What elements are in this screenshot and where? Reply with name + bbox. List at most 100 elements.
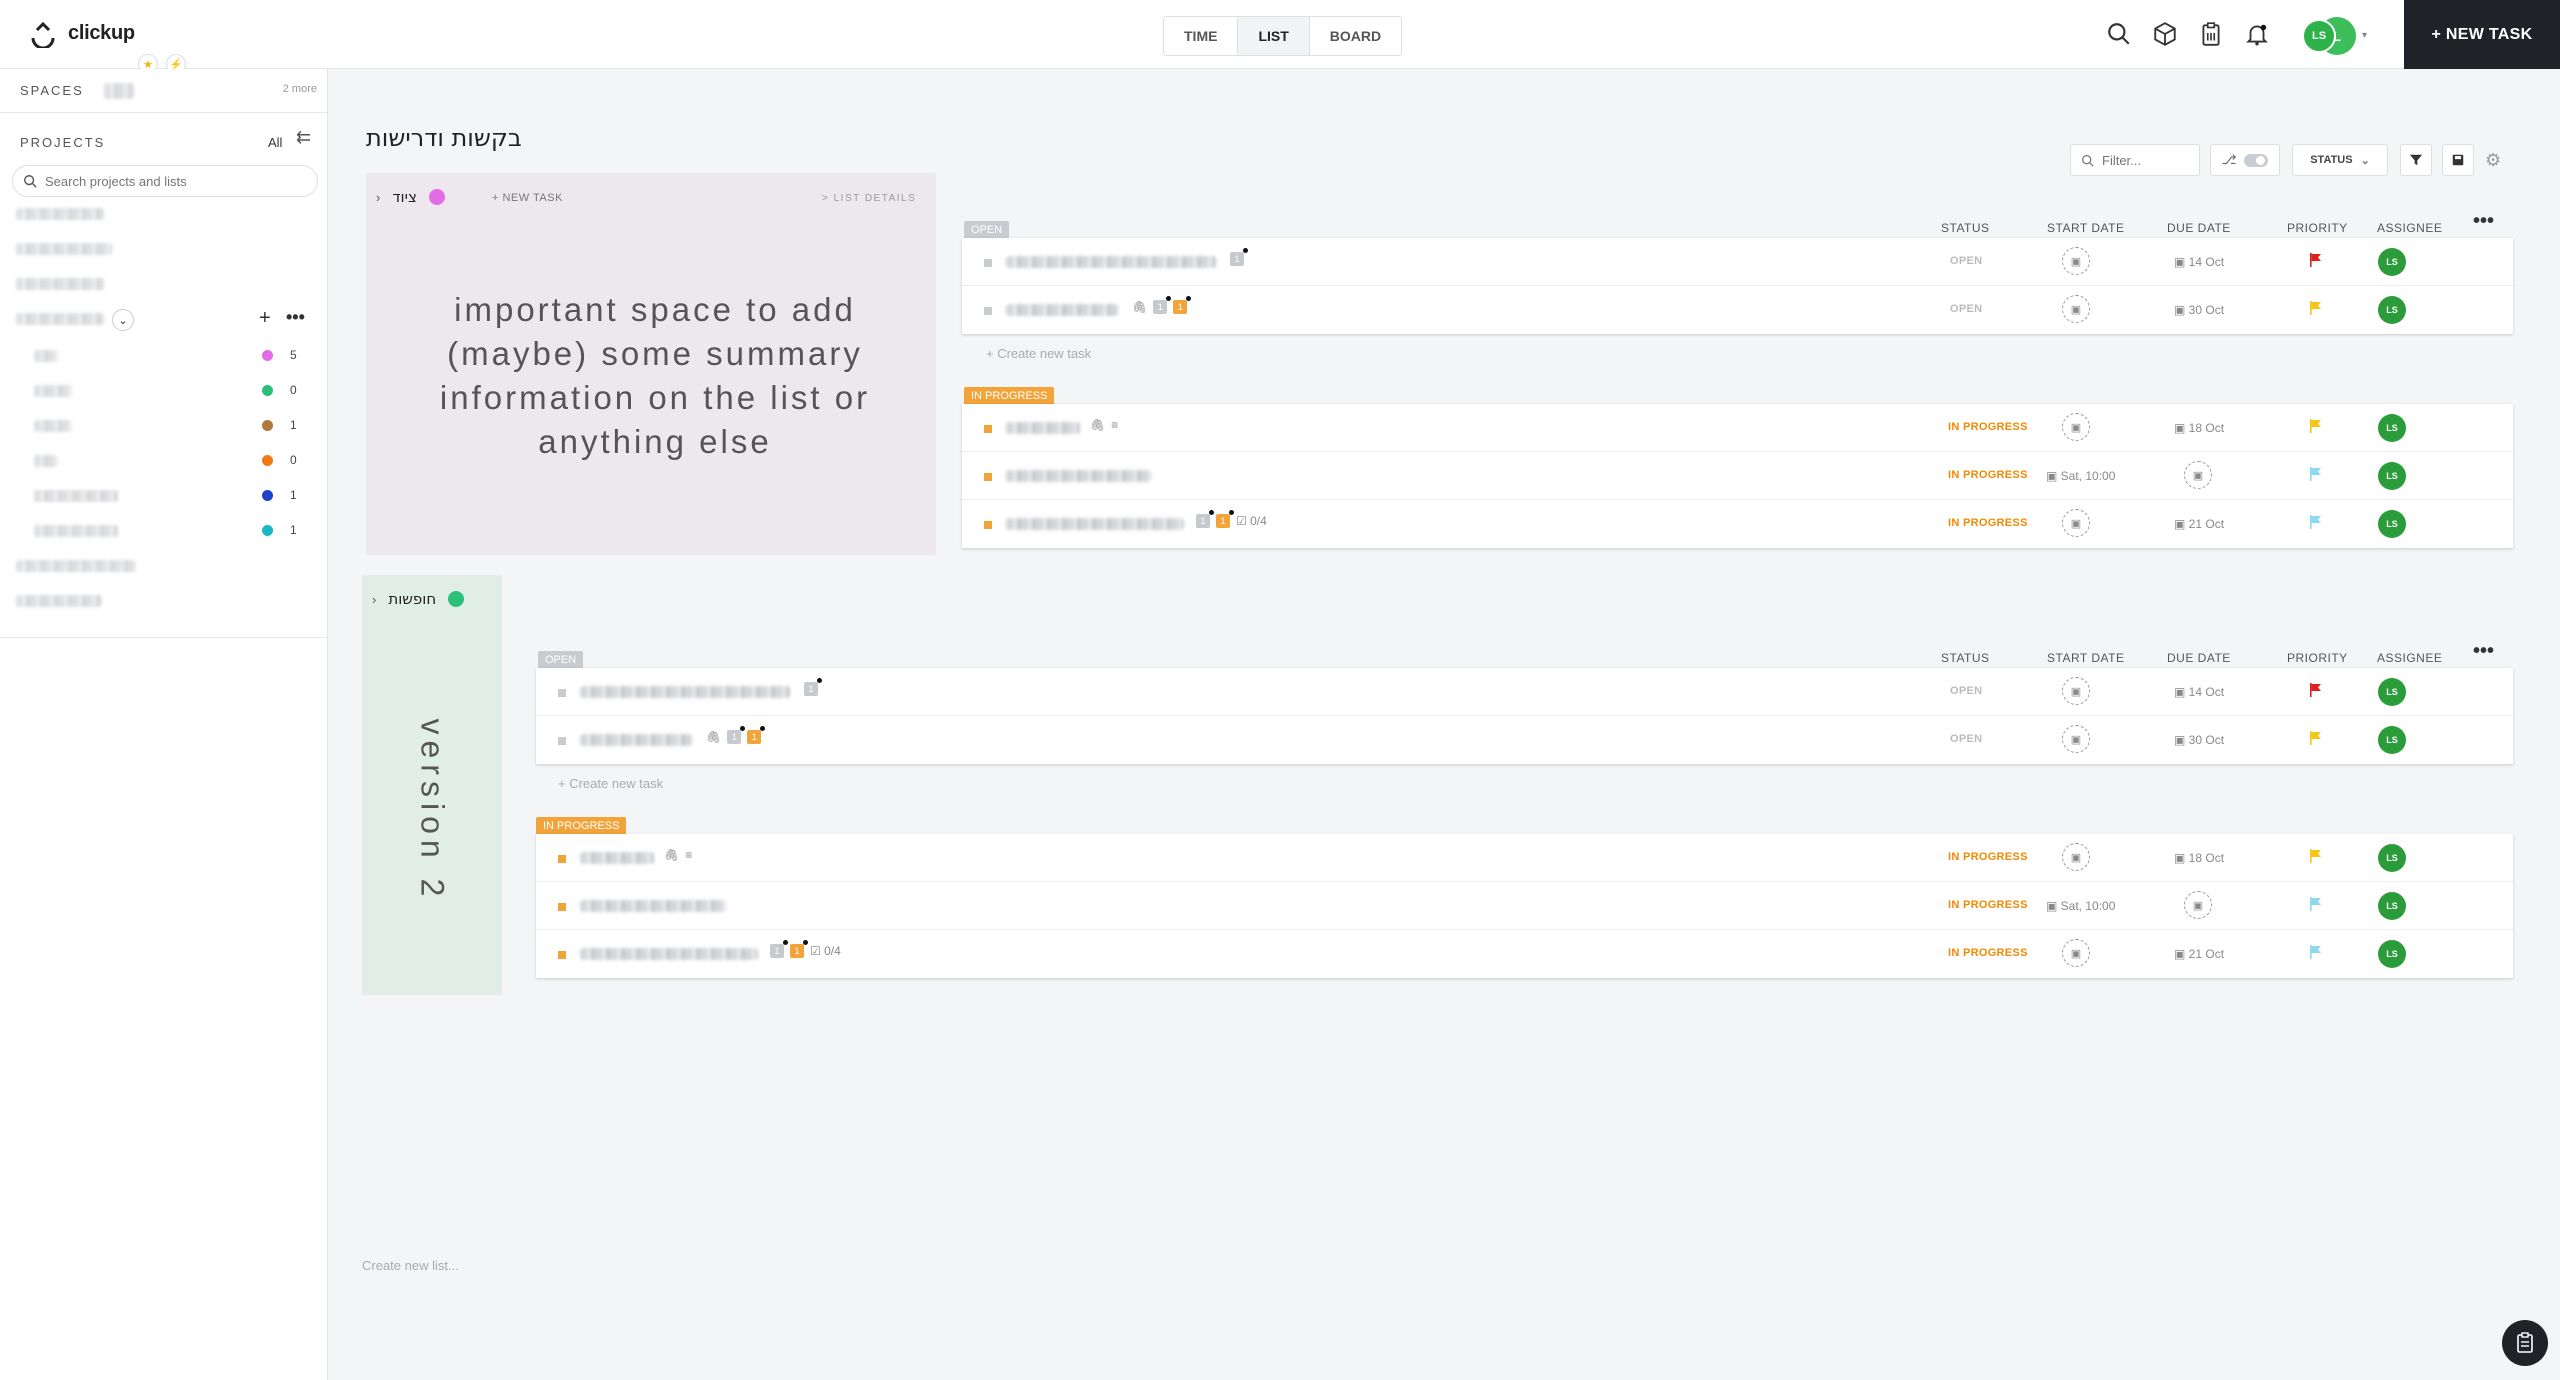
task-name[interactable] bbox=[580, 900, 726, 912]
chevron-right-icon[interactable]: › bbox=[376, 190, 380, 205]
new-task-button[interactable]: + NEW TASK bbox=[2404, 0, 2560, 69]
status-group-label-in-progress[interactable]: IN PROGRESS bbox=[536, 817, 627, 835]
status-group-label-open[interactable]: OPEN bbox=[538, 651, 584, 669]
sidebar-search-input[interactable] bbox=[45, 173, 295, 189]
table-row[interactable]: 🖇 ≡ IN PROGRESS ▣ ▣ 18 Oct LS bbox=[962, 404, 2513, 452]
task-status[interactable]: IN PROGRESS bbox=[1948, 851, 2028, 863]
task-status[interactable]: IN PROGRESS bbox=[1948, 899, 2028, 911]
task-status[interactable]: IN PROGRESS bbox=[1948, 469, 2028, 481]
priority-flag-icon[interactable] bbox=[2310, 515, 2322, 529]
task-start-date[interactable]: ▣ Sat, 10:00 bbox=[2046, 899, 2115, 913]
col-status[interactable]: STATUS bbox=[1941, 221, 1990, 235]
project-item-expanded[interactable] bbox=[16, 313, 104, 325]
assignee-avatar[interactable]: LS bbox=[2378, 510, 2406, 538]
priority-flag-icon[interactable] bbox=[2310, 849, 2322, 863]
status-square[interactable] bbox=[558, 737, 566, 745]
priority-flag-icon[interactable] bbox=[2310, 945, 2322, 959]
sidebar-list-item[interactable]: 5 bbox=[0, 346, 328, 366]
user-avatar[interactable]: LS bbox=[2302, 19, 2336, 53]
toggle-switch[interactable] bbox=[2244, 153, 2269, 167]
assignee-avatar[interactable]: LS bbox=[2378, 462, 2406, 490]
project-item[interactable] bbox=[16, 560, 136, 572]
due-date-icon[interactable]: ▣ bbox=[2184, 461, 2212, 489]
start-date-icon[interactable]: ▣ bbox=[2062, 843, 2090, 871]
subtask-count-icon[interactable]: 1 bbox=[770, 940, 788, 958]
col-start-date[interactable]: START DATE bbox=[2047, 221, 2124, 235]
task-name[interactable] bbox=[1006, 518, 1184, 530]
description-icon[interactable]: ≡ bbox=[685, 848, 692, 862]
start-date-icon[interactable]: ▣ bbox=[2062, 677, 2090, 705]
table-row[interactable]: 🖇 1 1 OPEN ▣ ▣ 30 Oct LS bbox=[536, 716, 2513, 764]
start-date-icon[interactable]: ▣ bbox=[2062, 725, 2090, 753]
priority-flag-icon[interactable] bbox=[2310, 683, 2322, 697]
task-due-date[interactable]: ▣ 18 Oct bbox=[2174, 851, 2224, 865]
task-name[interactable] bbox=[580, 948, 758, 960]
view-time[interactable]: TIME bbox=[1164, 17, 1239, 55]
chevron-right-icon[interactable]: › bbox=[372, 592, 376, 607]
start-date-icon[interactable]: ▣ bbox=[2062, 939, 2090, 967]
view-list[interactable]: LIST bbox=[1238, 17, 1310, 55]
checklist-icon[interactable]: ☑ 0/4 bbox=[810, 944, 841, 958]
start-date-icon[interactable]: ▣ bbox=[2062, 509, 2090, 537]
create-list-link[interactable]: Create new list... bbox=[362, 1258, 459, 1273]
due-date-icon[interactable]: ▣ bbox=[2184, 891, 2212, 919]
status-group-label-in-progress[interactable]: IN PROGRESS bbox=[964, 387, 1055, 405]
status-square[interactable] bbox=[984, 473, 992, 481]
start-date-icon[interactable]: ▣ bbox=[2062, 295, 2090, 323]
search-icon[interactable] bbox=[2105, 20, 2133, 48]
spaces-more-link[interactable]: 2 more bbox=[283, 83, 317, 95]
assignee-avatar[interactable]: LS bbox=[2378, 940, 2406, 968]
task-status[interactable]: OPEN bbox=[1950, 303, 1982, 315]
col-assignee[interactable]: ASSIGNEE bbox=[2377, 221, 2442, 235]
app-logo[interactable]: clickup bbox=[28, 18, 135, 50]
cube-icon[interactable] bbox=[2151, 20, 2179, 48]
chevron-down-icon[interactable]: ⌄ bbox=[112, 309, 134, 331]
col-start-date[interactable]: START DATE bbox=[2047, 651, 2124, 665]
task-status[interactable]: IN PROGRESS bbox=[1948, 517, 2028, 529]
gear-icon[interactable]: ⚙ bbox=[2485, 150, 2501, 171]
more-options-icon[interactable]: ••• bbox=[2473, 210, 2494, 233]
list-new-task-link[interactable]: + NEW TASK bbox=[492, 192, 563, 204]
assignee-avatar[interactable]: LS bbox=[2378, 296, 2406, 324]
table-row[interactable]: 🖇 ≡ IN PROGRESS ▣ ▣ 18 Oct LS bbox=[536, 834, 2513, 882]
status-group-label-open[interactable]: OPEN bbox=[964, 221, 1010, 239]
subtask-count-icon[interactable]: 1 bbox=[1230, 248, 1248, 266]
description-icon[interactable]: ≡ bbox=[1111, 418, 1118, 432]
start-date-icon[interactable]: ▣ bbox=[2062, 413, 2090, 441]
attachment-icon[interactable]: 🖇 bbox=[706, 730, 721, 744]
col-assignee[interactable]: ASSIGNEE bbox=[2377, 651, 2442, 665]
help-button[interactable] bbox=[2502, 1320, 2548, 1366]
col-due-date[interactable]: DUE DATE bbox=[2167, 221, 2231, 235]
list-header[interactable]: › חופשות bbox=[372, 590, 465, 608]
task-due-date[interactable]: ▣ 18 Oct bbox=[2174, 421, 2224, 435]
task-status[interactable]: OPEN bbox=[1950, 255, 1982, 267]
task-name[interactable] bbox=[580, 686, 790, 698]
sidebar-list-item[interactable]: 1 bbox=[0, 416, 328, 436]
task-due-date[interactable]: ▣ 21 Oct bbox=[2174, 947, 2224, 961]
subtask-count-icon[interactable]: 1 bbox=[1153, 296, 1172, 314]
list-details-link[interactable]: > LIST DETAILS bbox=[822, 193, 916, 204]
task-status[interactable]: IN PROGRESS bbox=[1948, 421, 2028, 433]
project-item[interactable] bbox=[16, 278, 104, 290]
status-square[interactable] bbox=[984, 425, 992, 433]
subtask-count-icon[interactable]: 1 bbox=[1216, 510, 1234, 528]
subtask-count-icon[interactable]: 1 bbox=[804, 678, 822, 696]
table-row[interactable]: 1 OPEN ▣ ▣ 14 Oct LS bbox=[536, 668, 2513, 716]
task-due-date[interactable]: ▣ 21 Oct bbox=[2174, 517, 2224, 531]
status-square[interactable] bbox=[984, 521, 992, 529]
assignee-avatar[interactable]: LS bbox=[2378, 726, 2406, 754]
attachment-icon[interactable]: 🖇 bbox=[1090, 418, 1105, 432]
col-status[interactable]: STATUS bbox=[1941, 651, 1990, 665]
subtask-count-icon[interactable]: 1 bbox=[1173, 296, 1192, 314]
status-square[interactable] bbox=[558, 903, 566, 911]
view-board[interactable]: BOARD bbox=[1310, 17, 1401, 55]
table-row[interactable]: IN PROGRESS ▣ Sat, 10:00 ▣ LS bbox=[536, 882, 2513, 930]
subtask-count-icon[interactable]: 1 bbox=[1196, 510, 1214, 528]
attachment-icon[interactable]: 🖇 bbox=[1132, 300, 1147, 314]
status-square[interactable] bbox=[984, 307, 992, 315]
start-date-icon[interactable]: ▣ bbox=[2062, 247, 2090, 275]
task-due-date[interactable]: ▣ 14 Oct bbox=[2174, 685, 2224, 699]
sidebar-list-item[interactable]: 1 bbox=[0, 521, 328, 541]
task-due-date[interactable]: ▣ 30 Oct bbox=[2174, 733, 2224, 747]
clipboard-icon[interactable] bbox=[2197, 20, 2225, 48]
